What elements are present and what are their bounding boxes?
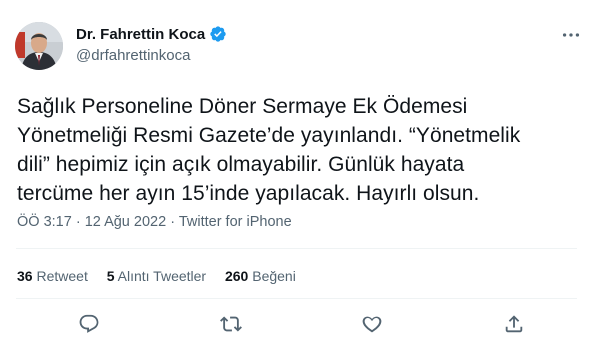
- quote-tweet-count[interactable]: 5 Alıntı Tweetler: [107, 268, 206, 284]
- more-icon[interactable]: [560, 24, 582, 46]
- like-icon[interactable]: [361, 313, 385, 337]
- tweet-card: Dr. Fahrettin Koca @drfahrettinkoca Sağl…: [0, 0, 593, 348]
- stat-count: 36: [17, 268, 33, 284]
- retweet-icon[interactable]: [220, 313, 244, 337]
- meta-separator: ·: [170, 214, 176, 230]
- divider: [16, 248, 577, 249]
- stat-count: 5: [106, 268, 115, 284]
- share-icon[interactable]: [503, 313, 527, 337]
- author-display-name[interactable]: Dr. Fahrettin Koca: [76, 26, 205, 43]
- retweet-count[interactable]: 36 Retweet: [17, 268, 88, 284]
- stat-label: Alıntı Tweetler: [117, 268, 207, 284]
- tweet-text-line: Yönetmeliği Resmi Gazete’de yayınlandı. …: [17, 124, 521, 147]
- tweet-text-line: dili” hepimiz için açık olmayabilir. Gün…: [17, 153, 465, 176]
- avatar-photo: [15, 22, 63, 70]
- author-handle[interactable]: @drfahrettinkoca: [76, 47, 190, 64]
- tweet-source[interactable]: Twitter for iPhone: [179, 214, 292, 230]
- tweet-stats: 36 Retweet 5 Alıntı Tweetler 260 Beğeni: [17, 268, 311, 284]
- tweet-text: Sağlık Personeline Döner Sermaye Ek Ödem…: [17, 92, 577, 208]
- stat-label: Retweet: [36, 268, 88, 284]
- tweet-actions: [0, 313, 593, 341]
- tweet-date[interactable]: 12 Ağu 2022: [85, 214, 166, 230]
- verified-badge-icon: [209, 25, 227, 43]
- meta-separator: ·: [75, 214, 81, 230]
- stat-label: Beğeni: [252, 268, 296, 284]
- tweet-text-line: Sağlık Personeline Döner Sermaye Ek Ödem…: [17, 95, 468, 118]
- like-count[interactable]: 260 Beğeni: [225, 268, 296, 284]
- author-name-row: Dr. Fahrettin Koca: [76, 25, 227, 43]
- divider: [16, 298, 577, 299]
- stat-count: 260: [224, 268, 249, 284]
- tweet-text-line: tercüme her ayın 15’inde yapılacak. Hayı…: [17, 182, 480, 205]
- tweet-time[interactable]: ÖÖ 3:17: [17, 214, 72, 230]
- reply-icon[interactable]: [78, 313, 102, 337]
- avatar[interactable]: [15, 22, 63, 70]
- tweet-meta: ÖÖ 3:17 · 12 Ağu 2022 · Twitter for iPho…: [17, 214, 292, 230]
